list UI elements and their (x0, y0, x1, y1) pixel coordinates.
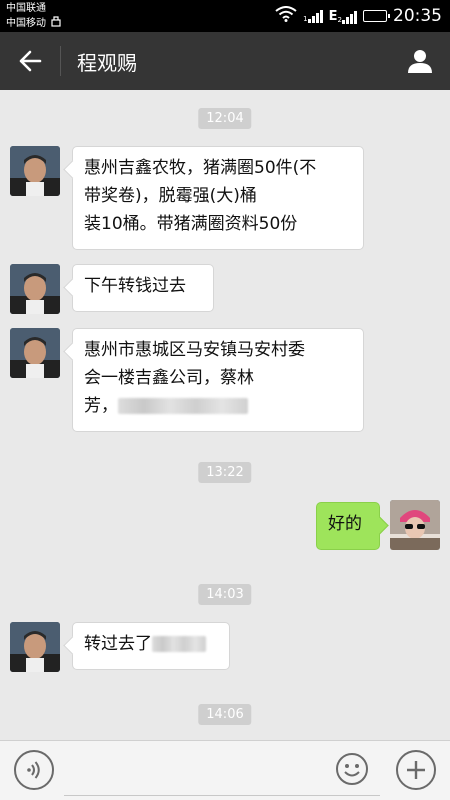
voice-button[interactable] (14, 750, 54, 790)
timestamp: 12:04 (198, 108, 252, 129)
message-line: 好的 (328, 514, 362, 534)
message-list[interactable]: 12:04 惠州吉鑫农牧，猪满圈50件(不 带奖卷)，脱霉强(大)桶 装10桶。… (0, 90, 450, 740)
message-bubble-incoming[interactable]: 惠州吉鑫农牧，猪满圈50件(不 带奖卷)，脱霉强(大)桶 装10桶。带猪满圈资料… (72, 146, 364, 250)
message-input-bar (0, 740, 450, 800)
message-bubble-incoming[interactable]: 转过去了 (72, 622, 230, 670)
timestamp: 14:06 (198, 704, 252, 725)
message-bubble-incoming[interactable]: 惠州市惠城区马安镇马安村委 会一楼吉鑫公司，蔡林 芳， (72, 328, 364, 432)
contact-avatar[interactable] (10, 622, 60, 672)
header-divider (60, 46, 61, 76)
contact-avatar[interactable] (10, 146, 60, 196)
message-line: 惠州吉鑫农牧，猪满圈50件(不 (84, 158, 317, 178)
chat-header: 程观赐 (0, 32, 450, 90)
carrier-info: 中国联通 中国移动 (6, 2, 62, 31)
timestamp: 13:22 (198, 462, 252, 483)
carrier-2: 中国移动 (6, 17, 46, 29)
status-icons: 1 E 2 20:35 (275, 0, 442, 32)
message-line: 装10桶。带猪满圈资料50份 (84, 214, 298, 234)
message-input[interactable] (64, 753, 380, 796)
message-line: 下午转钱过去 (84, 276, 186, 296)
voice-icon (27, 761, 40, 779)
contact-profile-button[interactable] (390, 32, 450, 90)
plus-icon (407, 761, 425, 779)
person-icon (408, 50, 432, 73)
message-line: 会一楼吉鑫公司，蔡林 (84, 368, 254, 388)
carrier-1: 中国联通 (6, 3, 46, 14)
back-arrow-icon (19, 50, 42, 72)
timestamp: 14:03 (198, 584, 252, 605)
message-bubble-incoming[interactable]: 下午转钱过去 (72, 264, 214, 312)
redacted-text (152, 636, 206, 652)
notification-icon (50, 15, 62, 31)
contact-avatar[interactable] (10, 328, 60, 378)
wifi-icon (275, 6, 297, 26)
back-button[interactable] (0, 32, 60, 90)
sim1-signal-icon: 1 (303, 9, 323, 23)
emoji-icon (344, 764, 360, 777)
contact-name: 程观赐 (77, 50, 137, 75)
emoji-button[interactable] (336, 753, 368, 785)
message-line: 惠州市惠城区马安镇马安村委 (84, 340, 305, 360)
message-bubble-outgoing[interactable]: 好的 (316, 502, 380, 550)
message-line: 带奖卷)，脱霉强(大)桶 (84, 186, 257, 206)
clock: 20:35 (393, 6, 442, 26)
status-bar: 中国联通 中国移动 1 E 2 20:35 (0, 0, 450, 32)
battery-icon (363, 10, 390, 22)
contact-avatar[interactable] (10, 264, 60, 314)
message-line: 转过去了 (84, 634, 152, 654)
message-line: 芳， (84, 396, 118, 416)
network-type: E (328, 8, 338, 24)
redacted-text (118, 398, 248, 414)
more-options-button[interactable] (396, 750, 436, 790)
user-avatar[interactable] (390, 500, 440, 550)
sim2-signal-icon: E 2 (329, 9, 357, 24)
